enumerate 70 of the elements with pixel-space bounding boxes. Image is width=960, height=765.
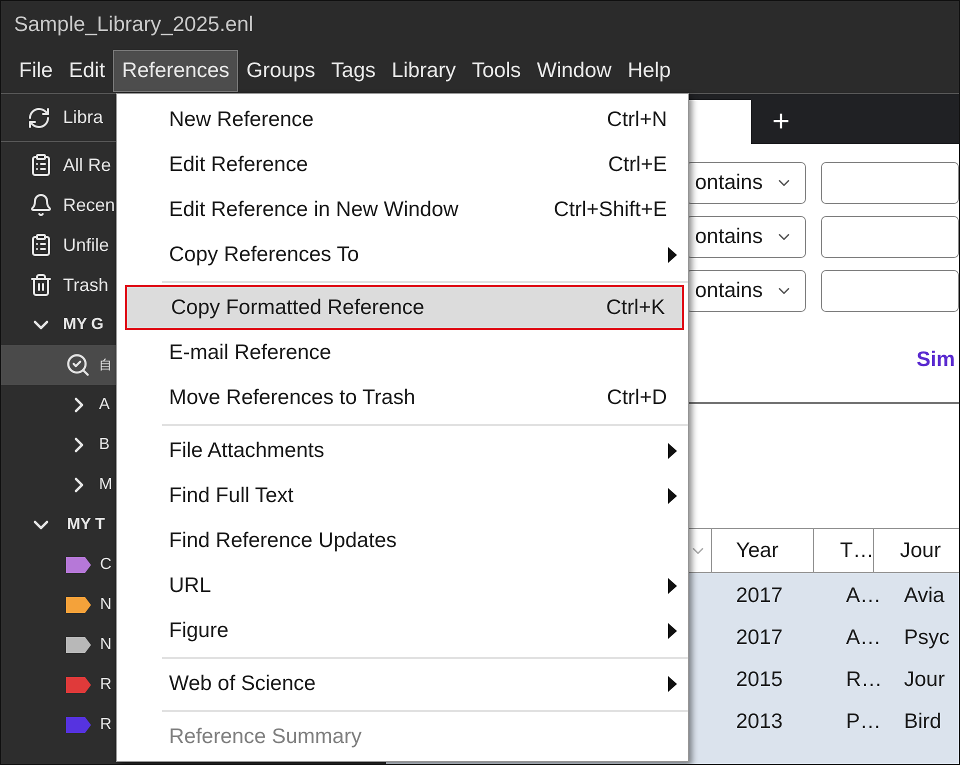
table-cell-text: Avia [903,583,944,610]
sidebar-item[interactable]: Unfile [63,232,110,258]
clipboard-icon [29,153,53,177]
clipboard-icon [29,233,53,257]
menu-item[interactable]: Web of Science [125,661,684,706]
submenu-arrow-icon [668,442,677,458]
column-header[interactable]: T… [814,529,874,572]
add-tab-button[interactable]: + [751,100,811,144]
menu-bar-item[interactable]: File [11,50,61,92]
menu-item[interactable]: Edit Reference Ctrl+E [125,142,684,187]
table-cell-text: A… [845,583,876,610]
trash-icon [29,273,53,297]
menu-bar-item[interactable]: Library [384,50,464,92]
search-input-field[interactable] [821,216,959,258]
menu-bar-item[interactable]: Window [528,50,620,92]
table-cell-text: Jour [903,667,945,694]
simple-search-link[interactable]: Sim [916,344,955,375]
menu-item[interactable]: Copy References To [125,232,684,277]
table-cell-text: Bird [903,709,942,736]
menu-item[interactable]: Find Full Text [125,473,684,518]
sidebar-item[interactable]: 自 [99,355,112,375]
table-cell-text: 2015 [735,667,784,694]
menu-item[interactable]: URL [125,563,684,608]
tag-item[interactable]: R [100,713,112,737]
submenu-arrow-icon [668,488,677,504]
submenu-arrow-icon [668,676,677,692]
menu-item[interactable]: File Attachments [125,428,684,473]
menu-bar-item[interactable]: Edit [60,50,114,92]
tag-item[interactable]: C [100,553,112,577]
submenu-arrow-icon [668,246,677,262]
sidebar-item[interactable]: A [99,393,110,417]
sync-icon[interactable] [27,106,51,130]
search-input-field[interactable] [821,270,959,312]
column-header[interactable]: Jour [874,529,959,572]
table-cell-text: 2013 [735,709,784,736]
sidebar-item[interactable]: Recen [63,192,116,218]
tag-item[interactable]: N [100,593,112,617]
menu-bar-item[interactable]: Groups [238,50,324,92]
search-folder-icon [65,352,91,378]
menu-item[interactable]: Move References to Trash Ctrl+D [125,375,684,420]
window-title: Sample_Library_2025.enl [14,12,254,38]
menu-bar-item[interactable]: References [113,50,238,92]
submenu-arrow-icon [668,578,677,594]
submenu-arrow-icon [668,622,677,638]
table-cell-text: Psyc [903,625,950,652]
sidebar-item[interactable]: B [99,433,110,457]
column-header[interactable]: Year [712,529,814,572]
table-cell-text: A… [845,625,876,652]
search-input-field[interactable] [821,162,959,204]
menu-item[interactable]: Figure [125,608,684,653]
section-heading[interactable]: MY G [63,313,104,337]
sidebar-item[interactable]: M [99,473,112,497]
table-cell-text: 2017 [735,625,784,652]
sidebar-item[interactable]: All Re [63,152,112,178]
menu-item[interactable]: E-mail Reference [125,330,684,375]
sidebar-item[interactable]: Libra [63,104,104,131]
table-cell-text: P… [845,709,876,736]
menu-item[interactable]: New Reference Ctrl+N [125,97,684,142]
menu-bar-item[interactable]: Tags [323,50,384,92]
bell-icon [29,193,53,217]
menu-item[interactable]: Copy Formatted Reference Ctrl+K [125,285,684,330]
table-cell-text: 2017 [735,583,784,610]
menu-bar-item[interactable]: Tools [464,50,529,92]
tag-item[interactable]: N [100,633,112,657]
tag-item[interactable]: R [100,673,112,697]
menu-bar-item[interactable]: Help [620,50,679,92]
menu-item[interactable]: Find Reference Updates [125,518,684,563]
section-heading[interactable]: MY T [67,513,105,537]
menu-item[interactable]: Edit Reference in New Window Ctrl+Shift+E [125,187,684,232]
sidebar-item[interactable]: Trash [63,272,108,298]
